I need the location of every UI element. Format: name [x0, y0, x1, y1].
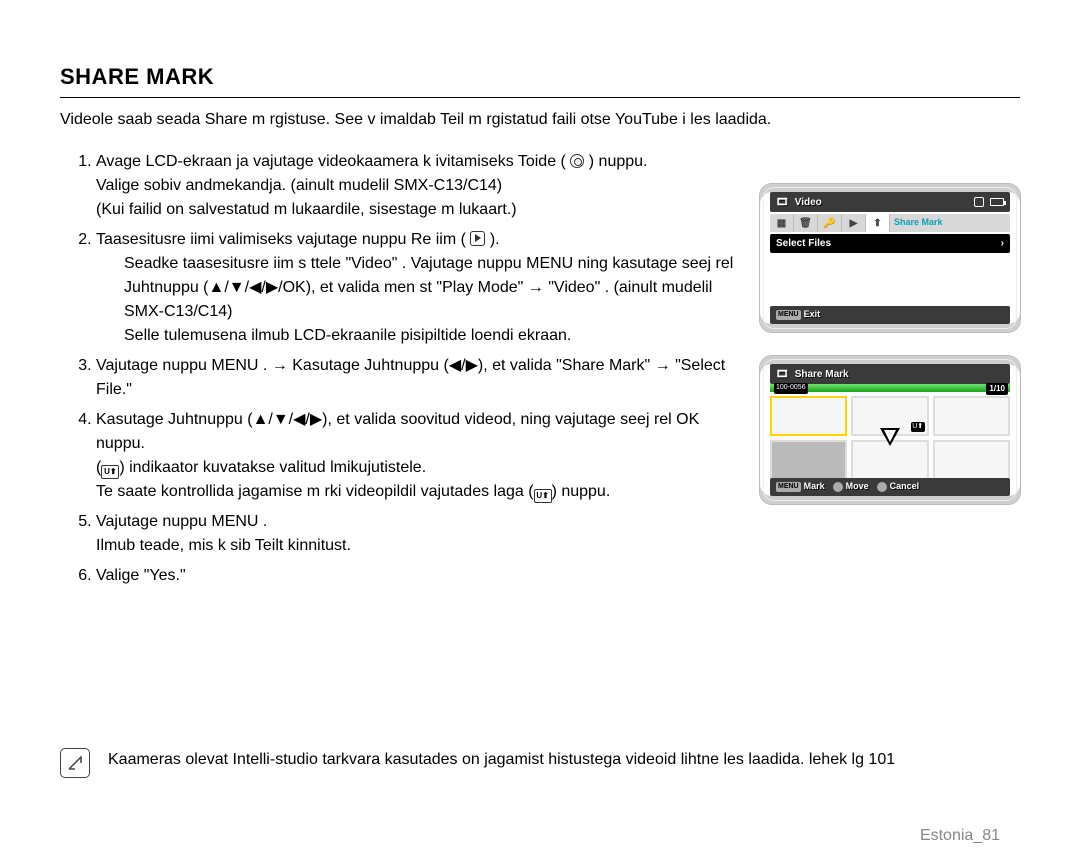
tab-key-icon: 🔑	[818, 214, 842, 232]
step-3-text: Vajutage nuppu MENU . → Kasutage Juhtnup…	[96, 357, 725, 398]
note-row: Kaameras olevat Intelli-studio tarkvara …	[60, 748, 1020, 778]
share-button-icon: U⬆	[534, 489, 552, 503]
titlebar2-title: Share Mark	[795, 367, 849, 382]
step-1-text-a: Avage LCD-ekraan ja vajutage videokaamer…	[96, 153, 566, 170]
step-6: Valige "Yes."	[96, 564, 748, 588]
step-4: Kasutage Juhtnuppu (▲/▼/◀/▶), et valida …	[96, 408, 748, 504]
tab-row: ▦ 🗑 🔑 ▶ ⬆ Share Mark	[770, 214, 1010, 232]
footerbar-video: MENU Exit	[770, 306, 1010, 324]
step-3: Vajutage nuppu MENU . → Kasutage Juhtnup…	[96, 354, 748, 402]
titlebar-video: 🎞 Video	[770, 192, 1010, 212]
thumb-1	[770, 396, 847, 436]
step-5-sub: Ilmub teade, mis k sib Teilt kinnitust.	[96, 534, 748, 558]
power-icon	[570, 154, 584, 168]
card-icon	[974, 197, 984, 207]
step-4-sub1-b: ) indikaator kuvatakse valitud lmikujuti…	[119, 459, 426, 476]
menu-chip-2: MENU	[776, 482, 801, 493]
menu-select-files-label: Select Files	[776, 236, 831, 251]
step-2-text-a: Taasesitusre iimi valimiseks vajutage nu…	[96, 231, 466, 248]
step-1-text-b: ) nuppu.	[589, 153, 648, 170]
film-icon: 🎞	[776, 367, 789, 382]
page-heading: SHARE MARK	[60, 60, 1020, 93]
film-icon: 🎞	[776, 195, 789, 210]
titlebar-title: Video	[795, 195, 822, 210]
note-text: Kaameras olevat Intelli-studio tarkvara …	[108, 748, 895, 772]
step-2-sub1: Seadke taasesitusre iim s ttele "Video" …	[124, 252, 748, 324]
tab-share-label: Share Mark	[890, 216, 1010, 230]
intro-text: Videole saab seada Share m rgistuse. See…	[60, 108, 1020, 132]
step-6-text: Valige "Yes."	[96, 567, 186, 584]
thumbnail-grid: U⬆	[770, 392, 1010, 484]
step-5: Vajutage nuppu MENU . Ilmub teade, mis k…	[96, 510, 748, 558]
cursor-icon	[880, 428, 900, 446]
footerbar-sharemark: MENU Mark Move Cancel	[770, 478, 1010, 496]
step-2-sub2: Selle tulemusena ilmub LCD-ekraanile pis…	[124, 324, 748, 348]
thumb-6	[933, 440, 1010, 480]
tab-trash-icon: 🗑	[794, 214, 818, 232]
footer-mark: Mark	[804, 480, 825, 494]
step-1: Avage LCD-ekraan ja vajutage videokaamer…	[96, 150, 748, 222]
ok-icon	[877, 482, 887, 492]
lcd-screen-video-menu: 🎞 Video ▦ 🗑 🔑 ▶ ⬆ Share Mark Select File…	[760, 184, 1020, 332]
battery-icon	[990, 198, 1004, 206]
page-footer: Estonia_81	[920, 824, 1000, 848]
thumb-4	[770, 440, 847, 480]
step-4-text: Kasutage Juhtnuppu (▲/▼/◀/▶), et valida …	[96, 411, 699, 452]
footer-cancel: Cancel	[890, 480, 920, 494]
steps-list: Avage LCD-ekraan ja vajutage videokaamer…	[60, 150, 748, 588]
thumb-5	[851, 440, 928, 480]
menu-select-files: Select Files ›	[770, 234, 1010, 253]
tab-share-icon: ⬆	[866, 214, 890, 232]
step-1-sub2: (Kui failid on salvestatud m lukaardile,…	[96, 198, 748, 222]
thumb-3	[933, 396, 1010, 436]
footer-exit: Exit	[804, 308, 821, 322]
tab-grid-icon: ▦	[770, 214, 794, 232]
share-mark-icon: U⬆	[911, 422, 925, 432]
step-4-sub2: Te saate kontrollida jagamise m rki vide…	[96, 480, 748, 504]
chevron-right-icon: ›	[1001, 236, 1004, 251]
menu-chip: MENU	[776, 310, 801, 321]
heading-rule	[60, 97, 1020, 98]
step-2: Taasesitusre iimi valimiseks vajutage nu…	[96, 228, 748, 348]
step-4-sub2-a: Te saate kontrollida jagamise m rki vide…	[96, 483, 534, 500]
mode-icon	[470, 231, 485, 246]
step-2-text-b: ).	[490, 231, 500, 248]
share-indicator-icon: U⬆	[101, 465, 119, 479]
titlebar-sharemark: 🎞 Share Mark	[770, 364, 1010, 384]
step-4-sub1: (U⬆) indikaator kuvatakse valitud lmikuj…	[96, 456, 748, 480]
green-strip: 100-0056 1/10	[770, 384, 1010, 392]
dpad-icon	[833, 482, 843, 492]
step-5-text: Vajutage nuppu MENU .	[96, 513, 267, 530]
step-1-sub1: Valige sobiv andmekandja. (ainult mudeli…	[96, 174, 748, 198]
lcd-screen-share-mark: 🎞 Share Mark 100-0056 1/10 U⬆ MENU Mark …	[760, 356, 1020, 504]
note-icon	[60, 748, 90, 778]
footer-move: Move	[846, 480, 869, 494]
tab-arrow-icon: ▶	[842, 214, 866, 232]
step-4-sub2-b: ) nuppu.	[552, 483, 611, 500]
